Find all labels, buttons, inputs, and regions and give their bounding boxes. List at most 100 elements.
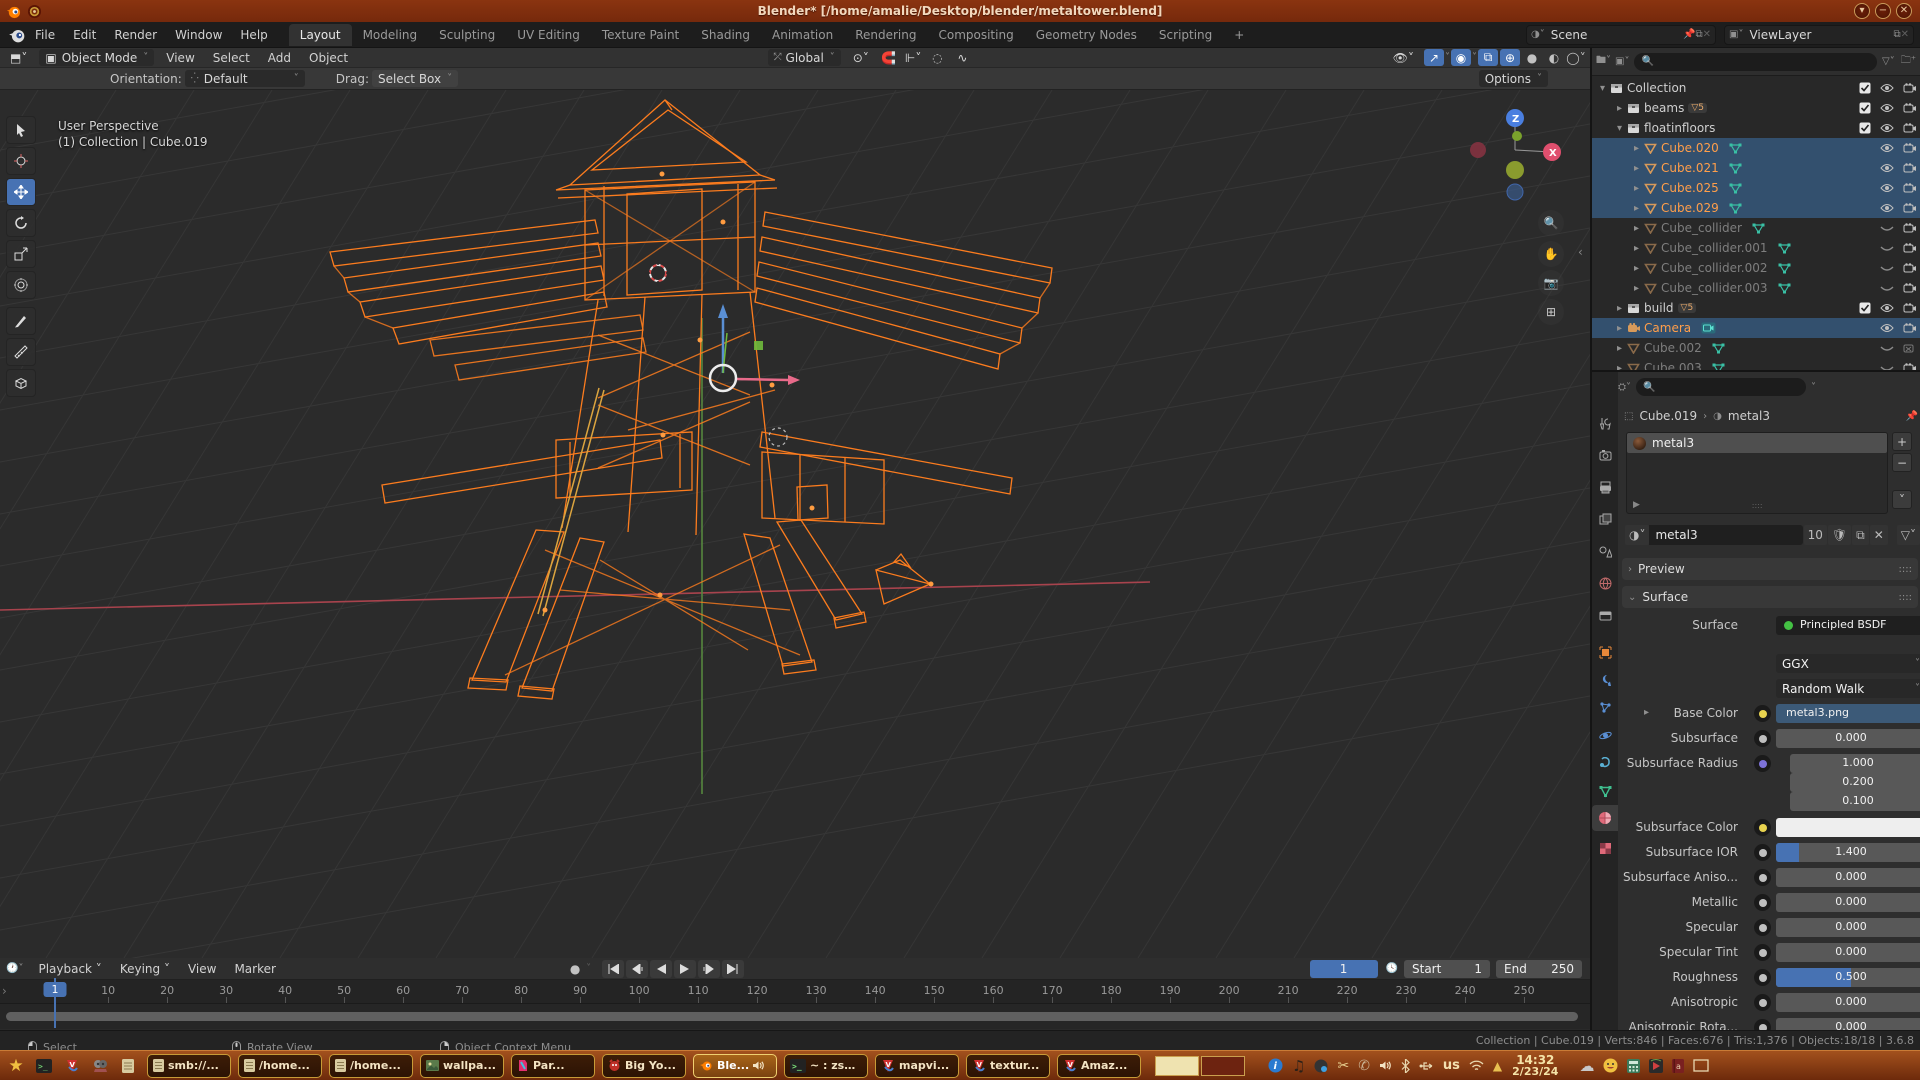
outliner-row-cube-021[interactable]: ▸Cube.021 <box>1592 158 1920 178</box>
tab-shading[interactable]: Shading <box>690 24 761 46</box>
playhead-frame-label[interactable]: 1 <box>44 982 67 997</box>
wireframe-tower-object[interactable] <box>330 100 1052 699</box>
window-menu-button[interactable]: ▾ <box>1854 3 1870 19</box>
prop-field-specular[interactable]: 0.000 <box>1776 918 1920 937</box>
taskbar-window-home[interactable]: /home... <box>329 1054 413 1078</box>
next-keyframe-button[interactable] <box>698 960 720 978</box>
cam-icon[interactable] <box>1903 183 1916 193</box>
eye-icon[interactable] <box>1880 323 1894 333</box>
timeline-expand-arrow[interactable]: › <box>2 984 7 998</box>
camx-icon[interactable] <box>1903 343 1916 353</box>
viewlayer-name[interactable]: ViewLayer <box>1743 28 1817 42</box>
timeline-scrollbar[interactable] <box>6 1012 1578 1021</box>
tray-player-icon[interactable] <box>1649 1059 1663 1073</box>
tray-uparrow-icon[interactable]: ▲ <box>1493 1059 1502 1073</box>
sidebar-collapse-arrow[interactable]: ‹ <box>1578 245 1583 259</box>
taskbar-window-wallpa[interactable]: wallpa... <box>420 1054 504 1078</box>
check-icon[interactable] <box>1859 102 1871 114</box>
timeline-track-area[interactable]: › <box>0 1004 1590 1029</box>
check-icon[interactable] <box>1859 122 1871 134</box>
taskbar-window-bigyo[interactable]: Big Yo... <box>602 1054 686 1078</box>
tab-layout[interactable]: Layout <box>289 24 352 46</box>
cam-icon[interactable] <box>1903 303 1916 313</box>
shading-wireframe-button[interactable]: ⊕ <box>1500 49 1520 66</box>
timeline-editor-type-button[interactable]: 🕐˅ <box>6 963 23 974</box>
outliner-search-input[interactable]: 🔍 <box>1634 53 1877 71</box>
input-socket[interactable] <box>1754 730 1771 747</box>
tool-transform[interactable] <box>6 271 36 299</box>
expander-closed-icon[interactable]: ▸ <box>1634 143 1639 154</box>
tab-animation[interactable]: Animation <box>761 24 844 46</box>
input-socket[interactable] <box>1754 705 1771 722</box>
expander-closed-icon[interactable]: ▸ <box>1634 243 1639 254</box>
snap-toggle[interactable]: 🧲 <box>879 49 899 66</box>
expander-closed-icon[interactable]: ▸ <box>1634 263 1639 274</box>
expander-open-icon[interactable]: ▾ <box>1617 123 1622 134</box>
prop-field-subsurface-aniso-[interactable]: 0.000 <box>1776 868 1920 887</box>
outliner-row-beams[interactable]: ▸beams▽5 <box>1592 98 1920 118</box>
overlays-dropdown[interactable]: ˅ <box>1472 52 1477 63</box>
current-frame-field[interactable]: 1 <box>1310 960 1378 978</box>
cam-icon[interactable] <box>1903 83 1916 93</box>
cam-icon[interactable] <box>1903 283 1916 293</box>
timeline-ruler[interactable]: 1 10203040506070809010011012013014015016… <box>0 980 1590 1004</box>
prev-keyframe-button[interactable] <box>626 960 648 978</box>
expander-closed-icon[interactable]: ▸ <box>1617 303 1622 314</box>
scene-name[interactable]: Scene <box>1545 28 1594 42</box>
overlays-toggle[interactable]: ◉ <box>1451 49 1471 66</box>
cam-icon[interactable] <box>1903 103 1916 113</box>
launcher-cabinet-icon[interactable] <box>116 1054 140 1078</box>
scene-pin-icon[interactable]: 📌 <box>1683 29 1695 40</box>
prop-field-subsurface[interactable]: 0.000 <box>1776 729 1920 748</box>
prop-field-subsurface-radius[interactable]: 1.000 <box>1790 754 1920 773</box>
properties-tab-data[interactable] <box>1592 778 1618 804</box>
outliner-row-cube-003[interactable]: ▸Cube.003 <box>1592 358 1920 370</box>
tray-usb-icon[interactable] <box>1419 1060 1434 1072</box>
tray-info-icon[interactable]: i <box>1268 1058 1283 1073</box>
eye-icon[interactable] <box>1880 203 1894 213</box>
play-button[interactable] <box>674 960 696 978</box>
input-socket[interactable] <box>1754 819 1771 836</box>
shading-material-button[interactable]: ◐ <box>1544 49 1564 66</box>
tool-move[interactable] <box>6 178 36 206</box>
properties-tab-object[interactable] <box>1592 639 1618 665</box>
taskbar-window-par[interactable]: Par... <box>511 1054 595 1078</box>
3d-viewport[interactable]: Z X User Perspective (1) Collection | Cu… <box>0 90 1590 958</box>
navigation-gizmo[interactable]: Z X <box>1470 109 1561 200</box>
tool-add-cube[interactable] <box>6 369 36 397</box>
tray-calculator-icon[interactable] <box>1627 1059 1640 1073</box>
pan-hand-button[interactable]: ✋ <box>1538 241 1564 267</box>
outliner-filter-dropdown[interactable]: ▽˅ <box>1882 56 1895 67</box>
tray-volume-icon[interactable] <box>1379 1060 1392 1071</box>
options-dropdown[interactable]: Options˅ <box>1479 70 1548 87</box>
camera-view-button[interactable]: 📷 <box>1538 270 1564 296</box>
viewport-menu-select[interactable]: Select <box>204 47 259 69</box>
shading-solid-button[interactable]: ● <box>1522 49 1542 66</box>
tab-uv-editing[interactable]: UV Editing <box>506 24 591 46</box>
tab-texture-paint[interactable]: Texture Paint <box>591 24 690 46</box>
taskbar-window-textur[interactable]: Vtextur... <box>966 1054 1050 1078</box>
xray-toggle[interactable]: ⧉ <box>1478 49 1498 66</box>
blender-logo-icon[interactable] <box>8 26 26 44</box>
drag-dropdown[interactable]: Select Box˅ <box>372 70 458 87</box>
cam-icon[interactable] <box>1903 263 1916 273</box>
expander-closed-icon[interactable]: ▸ <box>1634 203 1639 214</box>
outliner-display-mode-dropdown[interactable]: 🖿˅ <box>1596 53 1611 70</box>
tool-rotate[interactable] <box>6 209 36 237</box>
scene-selector[interactable]: ◑˅ Scene 📌 ⧉ ✕ <box>1526 25 1716 45</box>
input-socket[interactable] <box>1754 919 1771 936</box>
cam-icon[interactable] <box>1903 323 1916 333</box>
jump-to-end-button[interactable] <box>722 960 744 978</box>
input-socket[interactable] <box>1754 994 1771 1011</box>
prop-field-metallic[interactable]: 0.000 <box>1776 893 1920 912</box>
timeline-menu-view[interactable]: View <box>179 958 225 980</box>
tab-compositing[interactable]: Compositing <box>927 24 1024 46</box>
properties-tab-render[interactable] <box>1592 442 1618 468</box>
expander-closed-icon[interactable]: ▸ <box>1617 323 1622 334</box>
input-socket[interactable] <box>1754 969 1771 986</box>
transform-orientation-dropdown[interactable]: ⤱Global˅ <box>768 49 841 66</box>
outliner-row-cube-collider-001[interactable]: ▸Cube_collider.001 <box>1592 238 1920 258</box>
new-collection-button[interactable]: 🗀⁺ <box>1901 53 1916 70</box>
expander-closed-icon[interactable]: ▸ <box>1617 103 1622 114</box>
tray-wifi-icon[interactable] <box>1469 1060 1484 1072</box>
